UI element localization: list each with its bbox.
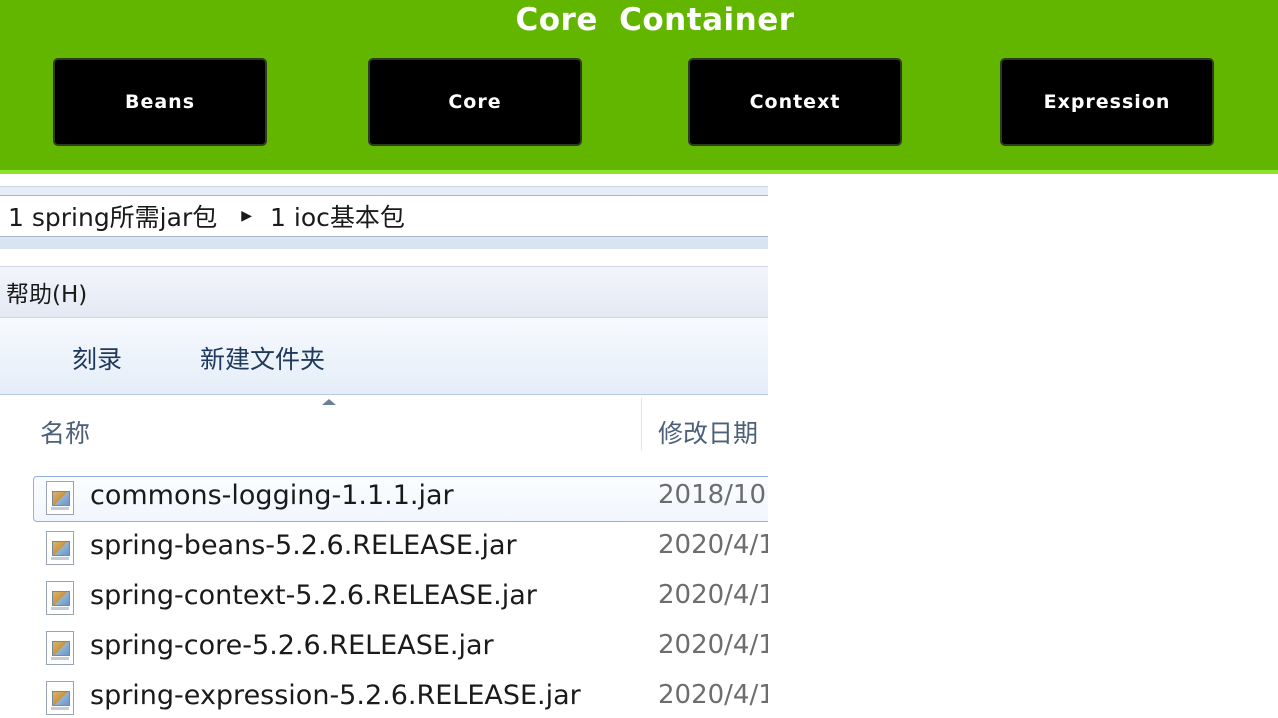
column-header: 名称 修改日期 bbox=[0, 398, 768, 458]
file-date: 2020/4/1 bbox=[658, 530, 768, 560]
banner-title: Core Container bbox=[515, 2, 795, 38]
breadcrumb-arrow-icon[interactable]: ▶ bbox=[241, 208, 252, 224]
file-name[interactable]: commons-logging-1.1.1.jar bbox=[90, 480, 454, 511]
sort-ascending-icon bbox=[322, 399, 336, 405]
list-item[interactable]: spring-beans-5.2.6.RELEASE.jar 2020/4/1 bbox=[0, 526, 768, 576]
breadcrumb-item-current[interactable]: 1 ioc基本包 bbox=[270, 198, 405, 234]
module-core: Core bbox=[368, 58, 582, 146]
module-context: Context bbox=[688, 58, 902, 146]
jar-file-icon bbox=[46, 481, 74, 515]
module-beans: Beans bbox=[53, 58, 267, 146]
jar-file-icon bbox=[46, 531, 74, 565]
file-list: commons-logging-1.1.1.jar 2018/10 spring… bbox=[0, 476, 768, 718]
breadcrumb[interactable]: 1 spring所需jar包 ▶ 1 ioc基本包 bbox=[0, 195, 768, 237]
file-name[interactable]: spring-context-5.2.6.RELEASE.jar bbox=[90, 580, 537, 611]
file-date: 2020/4/1 bbox=[658, 680, 768, 710]
burn-button[interactable]: 刻录 bbox=[72, 340, 122, 376]
file-date: 2018/10 bbox=[658, 480, 767, 510]
address-bar: 1 spring所需jar包 ▶ 1 ioc基本包 bbox=[0, 186, 768, 249]
jar-file-icon bbox=[46, 581, 74, 615]
file-date: 2020/4/1 bbox=[658, 580, 768, 610]
jar-file-icon bbox=[46, 681, 74, 715]
core-container-banner: Core Container Beans Core Context Expres… bbox=[0, 0, 1278, 174]
jar-file-icon bbox=[46, 631, 74, 665]
breadcrumb-item-parent[interactable]: 1 spring所需jar包 bbox=[0, 198, 217, 234]
module-expression: Expression bbox=[1000, 58, 1214, 146]
column-date-header[interactable]: 修改日期 bbox=[658, 414, 758, 450]
file-name[interactable]: spring-expression-5.2.6.RELEASE.jar bbox=[90, 680, 581, 711]
list-item[interactable]: spring-expression-5.2.6.RELEASE.jar 2020… bbox=[0, 676, 768, 718]
menu-bar: 帮助(H) bbox=[0, 266, 768, 318]
file-date: 2020/4/1 bbox=[658, 630, 768, 660]
new-folder-button[interactable]: 新建文件夹 bbox=[200, 340, 325, 376]
file-name[interactable]: spring-beans-5.2.6.RELEASE.jar bbox=[90, 530, 517, 561]
list-item[interactable]: spring-core-5.2.6.RELEASE.jar 2020/4/1 bbox=[0, 626, 768, 676]
column-name-header[interactable]: 名称 bbox=[40, 414, 90, 450]
command-bar: 刻录 新建文件夹 bbox=[0, 318, 768, 395]
menu-help[interactable]: 帮助(H) bbox=[0, 275, 87, 309]
file-name[interactable]: spring-core-5.2.6.RELEASE.jar bbox=[90, 630, 494, 661]
list-item[interactable]: spring-context-5.2.6.RELEASE.jar 2020/4/… bbox=[0, 576, 768, 626]
list-item[interactable]: commons-logging-1.1.1.jar 2018/10 bbox=[0, 476, 768, 526]
column-divider[interactable] bbox=[641, 398, 642, 450]
file-explorer: 1 spring所需jar包 ▶ 1 ioc基本包 帮助(H) 刻录 新建文件夹… bbox=[0, 186, 768, 718]
